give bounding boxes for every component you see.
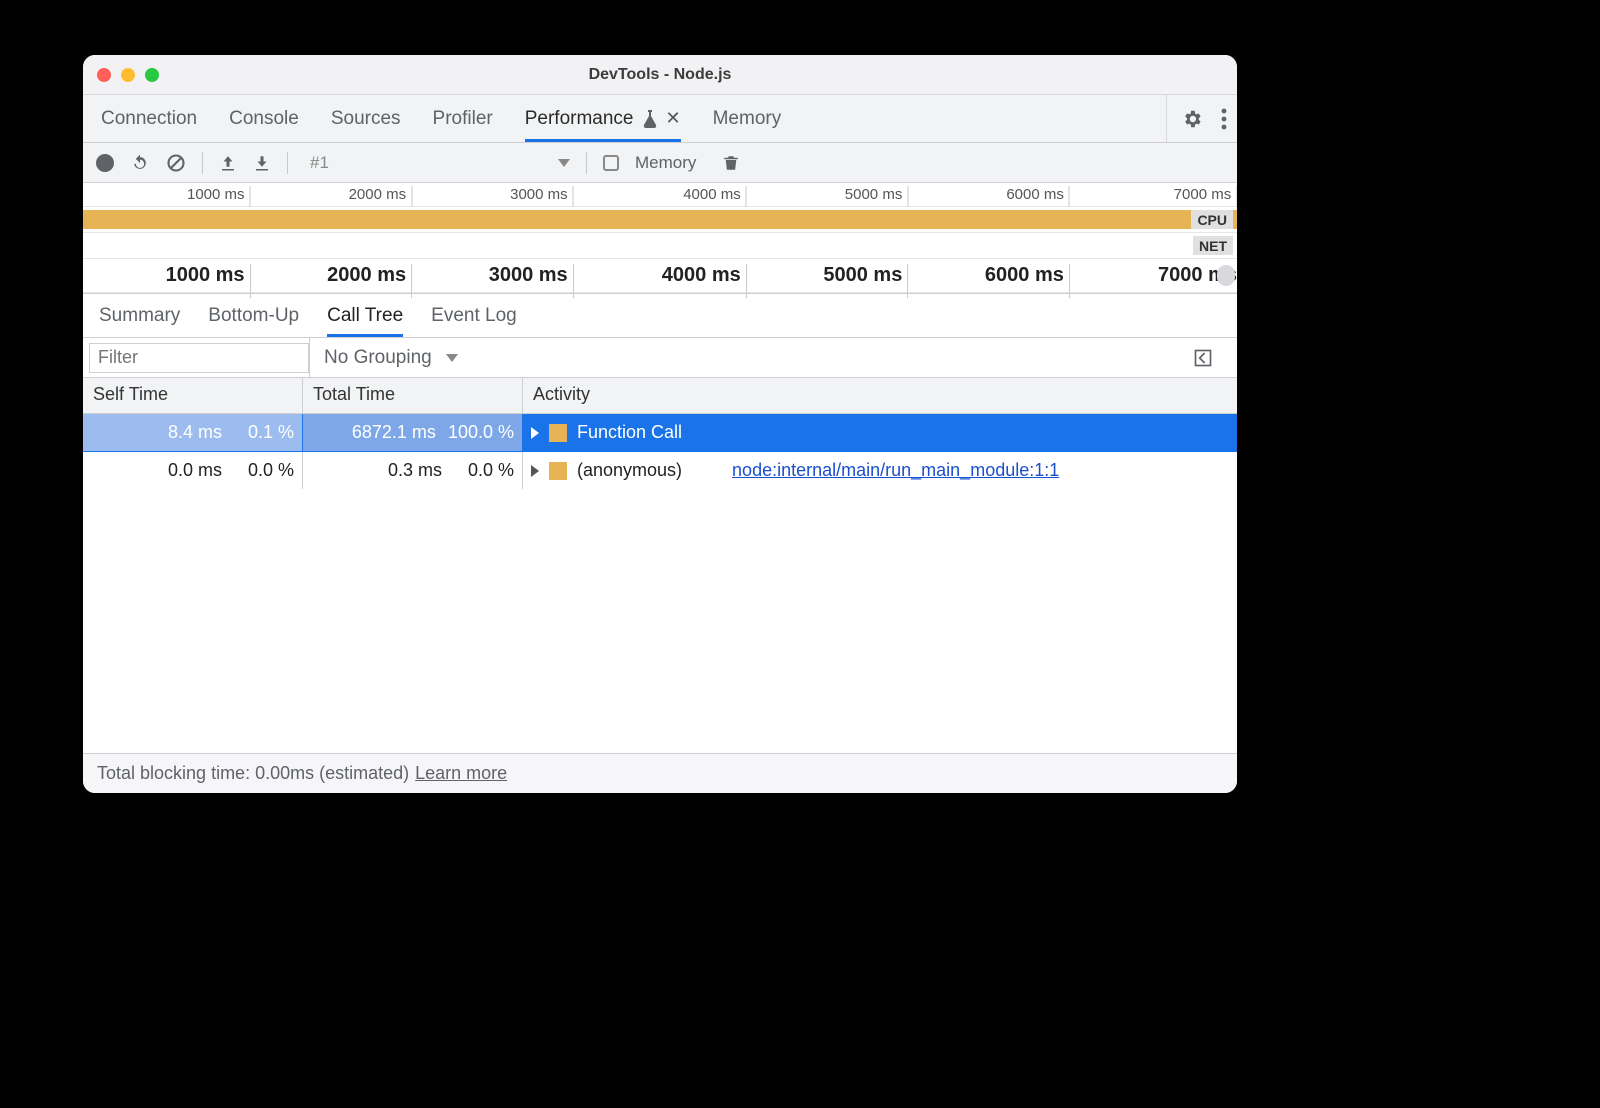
minimize-window-button[interactable]	[121, 68, 135, 82]
filter-input[interactable]	[89, 343, 309, 373]
net-label: NET	[1193, 236, 1233, 255]
tick: 1000 ms	[187, 186, 245, 203]
collect-garbage-button[interactable]	[722, 153, 740, 173]
cpu-track: CPU	[83, 207, 1237, 233]
tab-label: Memory	[713, 108, 782, 130]
tab-memory[interactable]: Memory	[713, 95, 782, 142]
close-window-button[interactable]	[97, 68, 111, 82]
tick: 4000 ms	[683, 186, 741, 203]
self-pct: 0.0 %	[234, 460, 294, 481]
self-time: 8.4 ms	[130, 422, 222, 443]
table-row[interactable]: 0.0 ms 0.0 % 0.3 ms 0.0 % (anonymous) no…	[83, 452, 1237, 490]
self-pct: 0.1 %	[234, 422, 294, 443]
expand-icon[interactable]	[531, 427, 539, 439]
heaviest-stack-toggle[interactable]	[1193, 348, 1223, 368]
tab-label: Connection	[101, 108, 197, 130]
learn-more-link[interactable]: Learn more	[415, 763, 507, 784]
settings-button[interactable]	[1181, 108, 1203, 130]
memory-label: Memory	[635, 153, 696, 173]
timeline-axis-large[interactable]: 1000 ms 2000 ms 3000 ms 4000 ms 5000 ms …	[83, 259, 1237, 293]
tick: 4000 ms	[662, 264, 741, 287]
record-button[interactable]	[96, 154, 114, 172]
chevron-down-icon	[558, 159, 570, 167]
tab-connection[interactable]: Connection	[101, 95, 197, 142]
subtab-bottom-up[interactable]: Bottom-Up	[208, 294, 299, 337]
total-time: 0.3 ms	[350, 460, 442, 481]
col-total-time[interactable]: Total Time	[303, 378, 523, 413]
total-pct: 0.0 %	[454, 460, 514, 481]
separator	[202, 152, 203, 174]
profile-selector[interactable]: #1	[310, 153, 570, 173]
activity-name: (anonymous)	[577, 460, 682, 481]
tab-performance[interactable]: Performance ✕	[525, 95, 681, 142]
filter-bar: No Grouping	[83, 338, 1237, 378]
grouping-label: No Grouping	[324, 347, 432, 369]
separator	[287, 152, 288, 174]
tick: 5000 ms	[823, 264, 902, 287]
tick: 3000 ms	[489, 264, 568, 287]
table-header: Self Time Total Time Activity	[83, 378, 1237, 414]
blocking-time-text: Total blocking time: 0.00ms (estimated)	[97, 763, 409, 784]
total-pct: 100.0 %	[448, 422, 514, 443]
performance-toolbar: #1 Memory	[83, 143, 1237, 183]
table-row[interactable]: 8.4 ms 0.1 % 6872.1 ms 100.0 % Function …	[83, 414, 1237, 452]
tick: 6000 ms	[1006, 186, 1064, 203]
panel-tabs: Connection Console Sources Profiler Perf…	[83, 95, 1237, 143]
tab-sources[interactable]: Sources	[331, 95, 401, 142]
save-profile-button[interactable]	[253, 154, 271, 172]
tab-label: Console	[229, 108, 299, 130]
tick: 7000 ms	[1174, 186, 1232, 203]
activity-name: Function Call	[577, 422, 682, 443]
flask-icon	[642, 110, 658, 128]
col-activity[interactable]: Activity	[523, 378, 1237, 413]
activity-swatch	[549, 462, 567, 480]
timeline-overview[interactable]: 1000 ms 2000 ms 3000 ms 4000 ms 5000 ms …	[83, 183, 1237, 294]
tab-label: Profiler	[433, 108, 493, 130]
expand-icon[interactable]	[531, 465, 539, 477]
profile-name: #1	[310, 153, 329, 173]
timeline-axis-small[interactable]: 1000 ms 2000 ms 3000 ms 4000 ms 5000 ms …	[83, 183, 1237, 207]
close-tab-button[interactable]: ✕	[666, 108, 681, 129]
subtab-summary[interactable]: Summary	[99, 294, 180, 337]
status-bar: Total blocking time: 0.00ms (estimated) …	[83, 753, 1237, 793]
tab-label: Sources	[331, 108, 401, 130]
tab-label: Performance	[525, 108, 634, 130]
tick: 2000 ms	[327, 264, 406, 287]
cpu-label: CPU	[1191, 210, 1233, 229]
window-controls	[97, 68, 159, 82]
tick: 5000 ms	[845, 186, 903, 203]
tab-console[interactable]: Console	[229, 95, 299, 142]
memory-checkbox[interactable]	[603, 155, 619, 171]
devtools-window: DevTools - Node.js Connection Console So…	[83, 55, 1237, 793]
more-menu-button[interactable]	[1221, 108, 1227, 130]
self-time: 0.0 ms	[130, 460, 222, 481]
tick: 3000 ms	[510, 186, 568, 203]
tab-profiler[interactable]: Profiler	[433, 95, 493, 142]
subtab-event-log[interactable]: Event Log	[431, 294, 517, 337]
tick: 2000 ms	[349, 186, 407, 203]
load-profile-button[interactable]	[219, 154, 237, 172]
detail-tabs: Summary Bottom-Up Call Tree Event Log	[83, 294, 1237, 338]
chevron-down-icon	[446, 354, 458, 362]
call-tree-body[interactable]: 8.4 ms 0.1 % 6872.1 ms 100.0 % Function …	[83, 414, 1237, 753]
grouping-select[interactable]: No Grouping	[309, 338, 1237, 378]
window-title: DevTools - Node.js	[83, 66, 1237, 84]
zoom-window-button[interactable]	[145, 68, 159, 82]
activity-swatch	[549, 424, 567, 442]
col-self-time[interactable]: Self Time	[83, 378, 303, 413]
source-link[interactable]: node:internal/main/run_main_module:1:1	[732, 460, 1059, 481]
subtab-call-tree[interactable]: Call Tree	[327, 294, 403, 337]
total-time: 6872.1 ms	[344, 422, 436, 443]
titlebar: DevTools - Node.js	[83, 55, 1237, 95]
reload-button[interactable]	[130, 153, 150, 173]
tick: 1000 ms	[166, 264, 245, 287]
scrollbar-thumb[interactable]	[1217, 265, 1235, 286]
tick: 6000 ms	[985, 264, 1064, 287]
separator	[586, 152, 587, 174]
net-track: NET	[83, 233, 1237, 259]
clear-button[interactable]	[166, 153, 186, 173]
